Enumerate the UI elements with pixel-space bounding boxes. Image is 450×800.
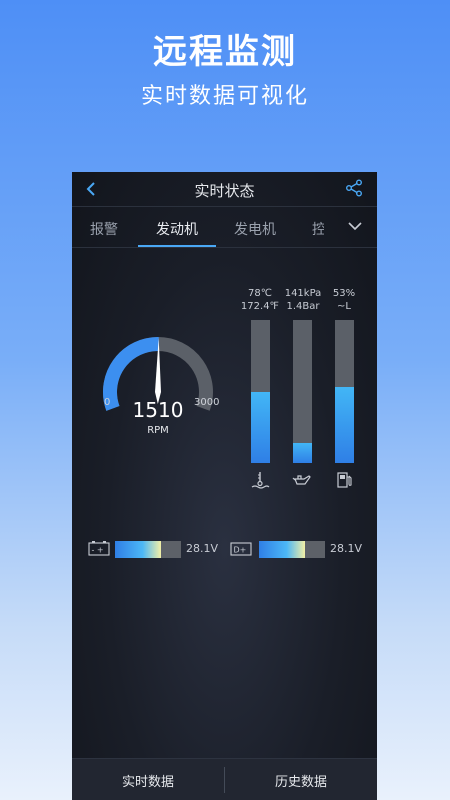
share-icon[interactable] [345,179,363,197]
nav-bar: 实时状态 [72,172,377,207]
tab-bar: 报警 发动机 发电机 控 [72,207,377,248]
rpm-value: 1510 [132,398,184,422]
battery-icon: - + [88,541,110,556]
active-tab-indicator [138,245,216,247]
alternator-icon: D+ [230,542,252,556]
tab-alarm[interactable]: 报警 [90,219,118,239]
battery-voltage-value: 28.1V [186,542,219,555]
history-data-button[interactable]: 历史数据 [225,771,377,790]
fuel-percent: 53% [332,288,356,299]
tab-control[interactable]: 控 [312,219,324,239]
promo-subtitle: 实时数据可视化 [140,84,309,109]
fuel-level-bar [335,320,354,463]
promo-title: 远程监测 [153,32,297,72]
generator-voltage-bar [259,541,325,558]
page-title: 实时状态 [194,182,255,200]
rpm-unit: RPM [147,425,169,436]
battery-terminal-label: - + [92,546,104,555]
coolant-temp-bar [251,320,270,463]
chevron-down-icon[interactable] [347,219,363,233]
tab-engine[interactable]: 发动机 [156,219,198,239]
oil-can-icon [292,475,311,485]
bar-fill [251,391,270,463]
app-screen: 实时状态 报警 发动机 发电机 控 0 3000 1510 RPM 78℃ 17… [72,172,377,800]
oil-pressure-level-bar [293,320,312,463]
bar-fill [115,541,162,558]
bar-fill [335,387,354,463]
bar-fill [293,442,312,463]
generator-voltage-value: 28.1V [330,542,363,555]
realtime-data-button[interactable]: 实时数据 [72,771,224,790]
tab-generator[interactable]: 发电机 [234,219,276,239]
battery-voltage-bar [115,541,181,558]
bar-fill [259,541,306,558]
fuel-liters: ~L [337,301,351,312]
gauge-max-label: 3000 [194,397,220,408]
coolant-temp-icon [251,472,270,489]
fuel-pump-icon [337,472,352,488]
alternator-terminal-label: D+ [234,546,247,555]
gauge-min-label: 0 [104,397,111,408]
bottom-tab-bar: 实时数据 历史数据 [72,758,377,800]
